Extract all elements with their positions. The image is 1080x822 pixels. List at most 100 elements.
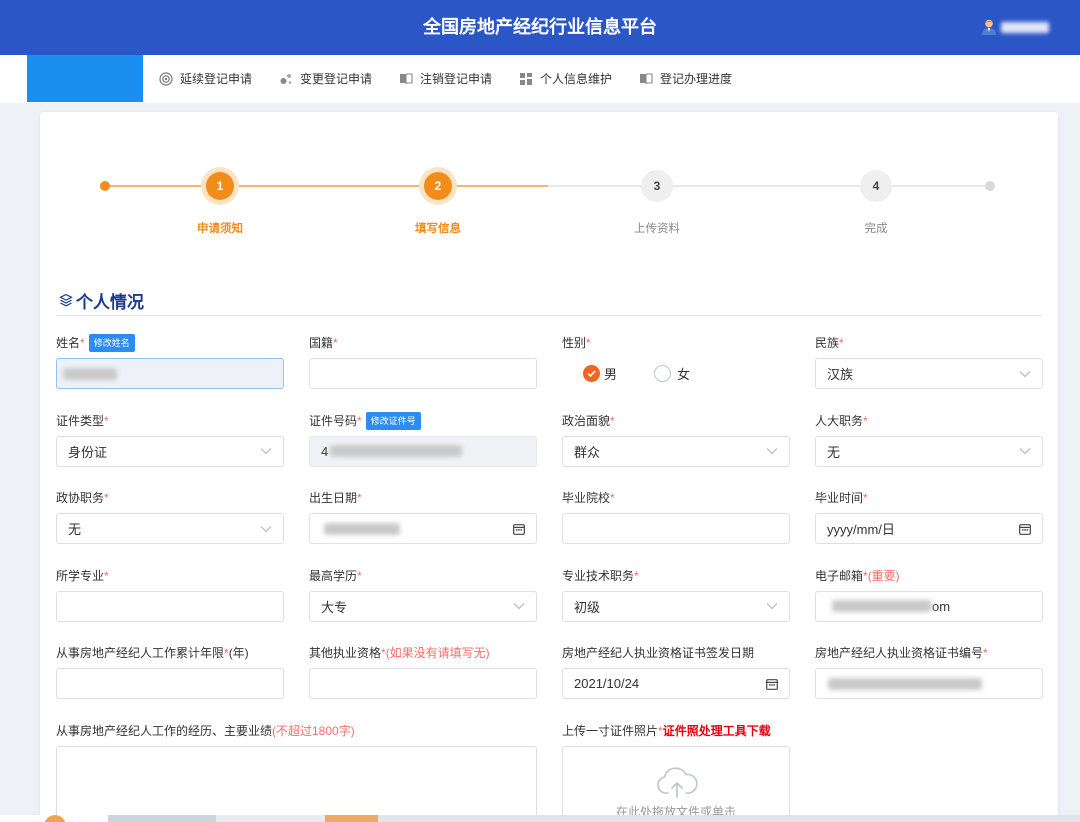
cert-number-input[interactable] [815, 668, 1043, 700]
required-mark: * [839, 336, 844, 350]
step-3-label: 上传资料 [634, 223, 680, 235]
step-2-circle: 2 [419, 167, 457, 205]
cert-issue-date-field: 房地产经纪人执业资格证书签发日期 2021/10/24 [562, 644, 790, 722]
chevron-down-icon [1019, 370, 1031, 377]
nav-item-label: 变更登记申请 [300, 72, 373, 86]
political-status-field: 政治面貌 * 群众 [562, 412, 790, 490]
chevron-down-icon [766, 603, 778, 610]
id-type-select[interactable]: 身份证 [56, 435, 284, 467]
nav-item-change[interactable]: 变更登记申请 [279, 70, 372, 87]
photo-field: 上传一寸证件照片 * 证件照处理工具下载 在此处拖放文件或单击 [562, 722, 790, 822]
calendar-icon[interactable] [1019, 523, 1031, 535]
step-3-number: 3 [653, 179, 661, 193]
nav-logo[interactable] [27, 55, 143, 102]
school-input[interactable] [562, 513, 790, 545]
cert-number-label: 房地产经纪人执业资格证书编号 * [815, 644, 1043, 662]
label-text: 政协职务 [56, 491, 105, 506]
step-1-circle: 1 [201, 167, 239, 205]
label-text: 房地产经纪人执业资格证书签发日期 [562, 646, 755, 661]
label-text: 毕业时间 [815, 491, 864, 506]
nav-items: 延续登记申请 变更登记申请 注销登记申请 个人信息维护 登记办理进度 [159, 55, 759, 102]
select-value: 群众 [574, 444, 601, 460]
redacted-value [330, 445, 463, 458]
book-icon [640, 73, 653, 85]
edit-name-button[interactable]: 修改姓名 [88, 334, 135, 352]
input-value: 4 [321, 443, 329, 459]
cert-issue-date-label: 房地产经纪人执业资格证书签发日期 [562, 644, 790, 662]
nav-item-renewal[interactable]: 延续登记申请 [159, 70, 252, 87]
photo-upload-dropzone[interactable]: 在此处拖放文件或单击 [562, 745, 790, 822]
other-qualification-input[interactable] [309, 668, 537, 700]
political-status-select[interactable]: 群众 [562, 435, 790, 467]
main-card: 1 申请须知 2 填写信息 3 上传资料 4 完成 个人情况 姓名*修改姓名 [40, 112, 1058, 822]
ethnicity-select[interactable]: 汉族 [815, 358, 1043, 389]
birth-date-label: 出生日期 * [309, 489, 537, 507]
years-unit: (年) [228, 646, 249, 661]
select-value: 身份证 [68, 444, 108, 460]
tech-title-select[interactable]: 初级 [562, 590, 790, 622]
nav-item-profile[interactable]: 个人信息维护 [519, 70, 612, 87]
education-select[interactable]: 大专 [309, 590, 537, 622]
calendar-icon[interactable] [766, 678, 778, 690]
nav-item-cancel[interactable]: 注销登记申请 [399, 70, 492, 87]
major-input[interactable] [56, 590, 284, 622]
select-value: 大专 [321, 599, 348, 615]
redacted-value [324, 522, 400, 535]
id-type-field: 证件类型 * 身份证 [56, 412, 284, 490]
tech-title-field: 专业技术职务 * 初级 [562, 567, 790, 645]
cppcc-post-label: 政协职务 * [56, 489, 284, 507]
gender-radio-male[interactable]: 男 [583, 364, 617, 383]
radio-unchecked-icon [654, 365, 672, 382]
experience-note: (不超过1800字) [272, 723, 355, 738]
email-note: (重要) [867, 568, 900, 583]
required-mark: * [80, 336, 85, 350]
label-text: 房地产经纪人执业资格证书编号 [815, 646, 984, 661]
radio-checked-icon [583, 365, 600, 382]
check-icon [587, 370, 596, 377]
education-label: 最高学历 * [309, 567, 537, 585]
required-mark: * [983, 646, 988, 661]
npc-post-select[interactable]: 无 [815, 435, 1043, 467]
years-input[interactable] [56, 668, 284, 700]
dots-icon [280, 73, 292, 84]
strip-segment [378, 815, 1080, 822]
top-header: 全国房地产经纪行业信息平台 [0, 0, 1080, 55]
birth-date-input[interactable] [309, 513, 537, 545]
user-menu[interactable] [980, 17, 1049, 37]
email-input[interactable]: om [815, 590, 1043, 622]
nationality-input[interactable] [309, 358, 537, 389]
school-label: 毕业院校 * [562, 489, 790, 507]
section-title: 个人情况 [76, 292, 144, 312]
grid-icon [520, 72, 532, 85]
redacted-user-name [1001, 21, 1049, 33]
id-number-label: 证件号码 * 修改证件号 [309, 411, 537, 430]
graduation-date-field: 毕业时间 * yyyy/mm/日 [815, 489, 1043, 567]
experience-textarea[interactable] [56, 745, 537, 822]
name-input[interactable] [56, 358, 284, 389]
required-mark: * [104, 413, 109, 428]
label-text: 性别 [562, 336, 587, 350]
cppcc-post-select[interactable]: 无 [56, 513, 284, 545]
education-field: 最高学历 * 大专 [309, 567, 537, 645]
bottom-strip [0, 815, 1080, 822]
photo-tool-download-link[interactable]: 证件照处理工具下载 [663, 722, 771, 740]
other-qualification-note: (如果没有请填写无) [385, 646, 490, 661]
graduation-date-label: 毕业时间 * [815, 489, 1043, 507]
cert-issue-date-input[interactable]: 2021/10/24 [562, 668, 790, 700]
name-label: 姓名 * 修改姓名 [56, 334, 284, 352]
step-1-number: 1 [206, 172, 234, 200]
label-text: 专业技术职务 [562, 568, 635, 583]
target-icon [159, 71, 173, 86]
birth-date-field: 出生日期 * [309, 489, 537, 567]
gender-radio-group: 男 女 [562, 358, 790, 389]
gender-radio-female[interactable]: 女 [654, 364, 690, 383]
edit-id-number-button[interactable]: 修改证件号 [365, 411, 421, 430]
graduation-date-input[interactable]: yyyy/mm/日 [815, 513, 1043, 545]
years-field: 从事房地产经纪人工作累计年限 * (年) [56, 644, 284, 722]
calendar-icon[interactable] [513, 523, 525, 535]
required-mark: * [586, 336, 591, 350]
label-text: 所学专业 [56, 568, 105, 583]
nav-item-progress[interactable]: 登记办理进度 [639, 70, 732, 87]
school-field: 毕业院校 * [562, 489, 790, 567]
personal-info-form: 姓名 * 修改姓名 国籍 * 性别 * 男 女 民族 * 汉族 证件类型 * 身… [56, 334, 1043, 822]
